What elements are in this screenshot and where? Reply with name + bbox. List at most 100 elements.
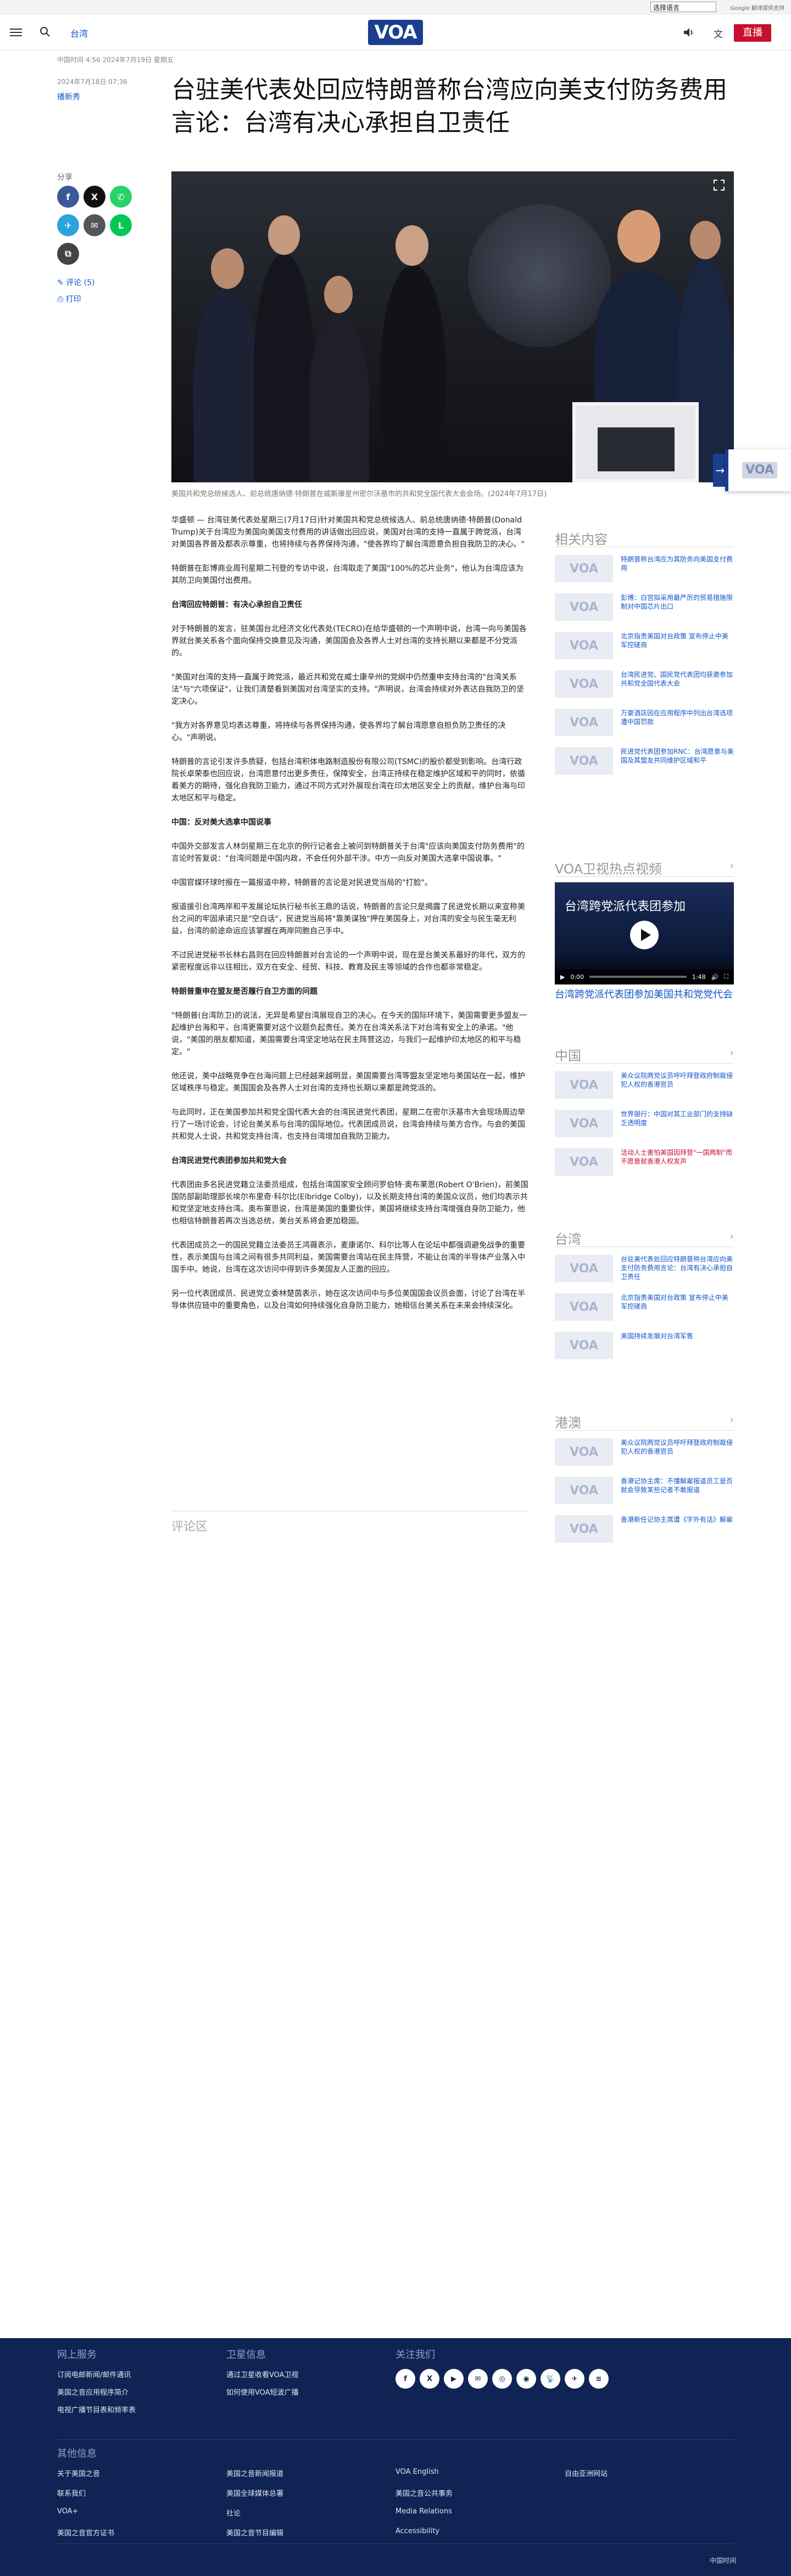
rail-item[interactable]: VOA 活动人士害怕美国因拜登"一国两制"而不愿意就香港人权发声: [555, 1140, 734, 1179]
footer-link[interactable]: 如何使用VOA短波广播: [226, 2386, 299, 2397]
voa-thumbnail-icon: VOA: [555, 747, 613, 775]
rail-item[interactable]: VOA 香港新任记协主席遭《字外有话》解雇: [555, 1507, 734, 1546]
article-paragraph: "特朗普(台湾防卫)的说法，无异是希望台湾展现自卫的决心。在今天的国际环境下，美…: [171, 1011, 527, 1056]
byline[interactable]: 播新秀: [57, 91, 80, 102]
hk-heading[interactable]: 港澳 ›: [555, 1412, 734, 1431]
language-select[interactable]: 选择语言: [650, 2, 716, 12]
rail-item[interactable]: VOA 台驻美代表处回应特朗普称台湾应向美支付防务费用言论：台湾有决心承担自卫责任: [555, 1247, 734, 1286]
rail-item[interactable]: VOA 美众议院两党议员呼吁拜登政府制裁侵犯人权的香港官员: [555, 1064, 734, 1102]
social-icon[interactable]: ◉: [516, 2369, 536, 2389]
footer-link[interactable]: Accessibility: [396, 2527, 439, 2535]
voa-mini-logo: VOA: [742, 462, 777, 479]
article-paragraph: 华盛顿 — 台湾驻美代表处星期三(7月17日)针对美国共和党总统候选人、前总统唐…: [171, 516, 525, 549]
footer-link[interactable]: Media Relations: [396, 2507, 452, 2516]
telegram-share-icon[interactable]: ✈: [57, 214, 79, 236]
video-time-total: 1:48: [692, 973, 706, 981]
rail-item[interactable]: VOA 世界银行：中国对其工业部门的支持缺乏透明度: [555, 1102, 734, 1140]
floating-voa-widget[interactable]: VOA: [725, 449, 791, 491]
footer-link[interactable]: 美国全球媒体总署: [226, 2488, 283, 2498]
social-icon[interactable]: ◎: [492, 2369, 512, 2389]
chevron-right-icon: ›: [729, 1414, 734, 1426]
email-share-icon[interactable]: ✉: [83, 214, 105, 236]
voa-logo[interactable]: VOA: [368, 20, 423, 45]
article-body: 华盛顿 — 台湾驻美代表处星期三(7月17日)针对美国共和党总统候选人、前总统唐…: [171, 514, 528, 1324]
rail-item[interactable]: VOA 美国持续发展对台湾军售: [555, 1324, 734, 1362]
section-link[interactable]: 台湾: [70, 26, 88, 40]
whatsapp-share-icon[interactable]: ✆: [110, 186, 132, 208]
footer-link[interactable]: 关于美国之音: [57, 2468, 100, 2478]
footer-link[interactable]: 美国之音节目编辑: [226, 2527, 283, 2538]
taiwan-heading[interactable]: 台湾 ›: [555, 1228, 734, 1247]
rail-item-text: 特朗普称台湾应为其防务向美国支付费用: [621, 555, 733, 572]
voa-thumbnail-icon: VOA: [555, 632, 613, 659]
translate-credit: Google 翻译提供支持: [730, 5, 784, 12]
x-share-icon[interactable]: X: [83, 186, 105, 208]
rail-item-text: 万豪酒店因在应用程序中列出台湾选项遭中国罚款: [621, 709, 733, 726]
footer-link[interactable]: 美国之音新闻报道: [226, 2468, 283, 2478]
footer-link[interactable]: VOA English: [396, 2468, 439, 2476]
social-icon[interactable]: ≡: [589, 2369, 609, 2389]
social-icon[interactable]: X: [420, 2369, 439, 2389]
play-small-icon[interactable]: ▶: [560, 973, 565, 981]
rail-item[interactable]: VOA 民进党代表团参加RNC：台湾愿意与美国及其盟友共同维护区域和平: [555, 739, 734, 778]
footer-link[interactable]: 美国之音官方证书: [57, 2527, 114, 2538]
rail-item[interactable]: VOA 北京指责美国对台政策 宣布停止中美军控磋商: [555, 1286, 734, 1324]
rail-item[interactable]: VOA 北京指责美国对台政策 宣布停止中美军控磋商: [555, 624, 734, 663]
social-icon[interactable]: 📡: [541, 2369, 560, 2389]
play-button-icon[interactable]: [630, 921, 659, 949]
rail-item[interactable]: VOA 台湾民进党、国民党代表团均获邀参加共和党全国代表大会: [555, 663, 734, 701]
article-paragraph: 对于特朗普的发言，驻美国台北经济文化代表处(TECRO)在给华盛顿的一个声明中说…: [171, 625, 527, 658]
comment-link[interactable]: ✎ 评论 (5): [57, 277, 94, 288]
print-link[interactable]: ⎙ 打印: [57, 293, 81, 304]
video-player[interactable]: 台湾跨党派代表团参加 ▶ 0:00 1:48 🔊 ⛶: [555, 882, 734, 984]
expand-icon[interactable]: [713, 179, 725, 191]
footer-link[interactable]: 自由亚洲网站: [565, 2468, 608, 2478]
live-button[interactable]: 直播: [734, 24, 771, 42]
search-icon[interactable]: [40, 26, 51, 37]
footer-link[interactable]: 订阅电邮新闻/邮件通讯: [57, 2369, 131, 2379]
rail-item[interactable]: VOA 美众议院两党议员呼吁拜登政府制裁侵犯人权的香港官员: [555, 1431, 734, 1469]
article-paragraph: "我方对各界意见均表达尊重，将持续与各界保持沟通，使各界均了解台湾愿意自担负防卫…: [171, 721, 506, 742]
social-icon[interactable]: ✉: [468, 2369, 488, 2389]
fullscreen-icon[interactable]: ⛶: [724, 973, 728, 981]
footer-link[interactable]: 联系我们: [57, 2488, 86, 2498]
china-heading[interactable]: 中国 ›: [555, 1045, 734, 1064]
related-section: 相关内容 VOA 特朗普称台湾应为其防务向美国支付费用 VOA 彭博：白宫拟采用最严厉…: [555, 528, 734, 778]
section-subheading: 中国：反对美大选拿中国说事: [171, 818, 271, 827]
menu-icon[interactable]: [10, 26, 22, 37]
rail-item-text: 世界银行：中国对其工业部门的支持缺乏透明度: [621, 1110, 733, 1127]
voa-thumbnail-icon: VOA: [555, 1332, 613, 1359]
audio-icon[interactable]: [682, 26, 694, 38]
site-footer: 网上服务 订阅电邮新闻/邮件通讯 美国之音应用程序简介 电视广播节目表和频率表 …: [0, 2338, 791, 2576]
video-progress-bar[interactable]: [589, 976, 687, 978]
language-icon[interactable]: 文: [714, 26, 723, 40]
line-share-icon[interactable]: L: [110, 214, 132, 236]
video-caption[interactable]: 台湾跨党派代表团参加美国共和党党代会: [555, 988, 734, 1002]
rail-item[interactable]: VOA 香港记协主席：不懂解雇报道员工是否就会导致某些记者不敢报道: [555, 1469, 734, 1507]
footer-link[interactable]: 社论: [226, 2507, 241, 2518]
rail-item[interactable]: VOA 彭博：白宫拟采用最严厉的贸易措施限制对中国芯片出口: [555, 586, 734, 624]
rail-item[interactable]: VOA 万豪酒店因在应用程序中列出台湾选项遭中国罚款: [555, 701, 734, 739]
copy-link-icon[interactable]: ⧉: [57, 243, 79, 265]
top-strip: 选择语言 Google 翻译提供支持: [0, 0, 791, 14]
social-icon[interactable]: ▶: [444, 2369, 464, 2389]
published-timestamp: 2024年7月18日 07:36: [57, 78, 127, 86]
article-paragraph: 代表团由多名民进党籍立法委员组成，包括台湾国家安全顾问罗伯特·奥布莱恩(Robe…: [171, 1181, 528, 1226]
footer-link[interactable]: VOA+: [57, 2507, 78, 2516]
footer-link[interactable]: 通过卫星收看VOA卫视: [226, 2369, 299, 2379]
social-icon[interactable]: ✈: [565, 2369, 584, 2389]
footer-link[interactable]: 电视广播节目表和频率表: [57, 2404, 136, 2414]
social-icon[interactable]: f: [396, 2369, 415, 2389]
footer-link[interactable]: 美国之音应用程序简介: [57, 2386, 129, 2397]
voa-thumbnail-icon: VOA: [555, 593, 613, 621]
sat-heading: 卫星信息: [226, 2349, 266, 2361]
voa-thumbnail-icon: VOA: [555, 1110, 613, 1137]
other-heading: 其他信息: [57, 2448, 97, 2460]
volume-icon[interactable]: 🔊: [711, 973, 719, 981]
video-heading[interactable]: VOA卫视热点视频 ›: [555, 858, 734, 877]
follow-heading: 关注我们: [396, 2349, 435, 2361]
footer-link[interactable]: 美国之音公共事务: [396, 2488, 453, 2498]
voa-thumbnail-icon: VOA: [555, 1293, 613, 1321]
rail-item[interactable]: VOA 特朗普称台湾应为其防务向美国支付费用: [555, 547, 734, 586]
facebook-share-icon[interactable]: f: [57, 186, 79, 208]
